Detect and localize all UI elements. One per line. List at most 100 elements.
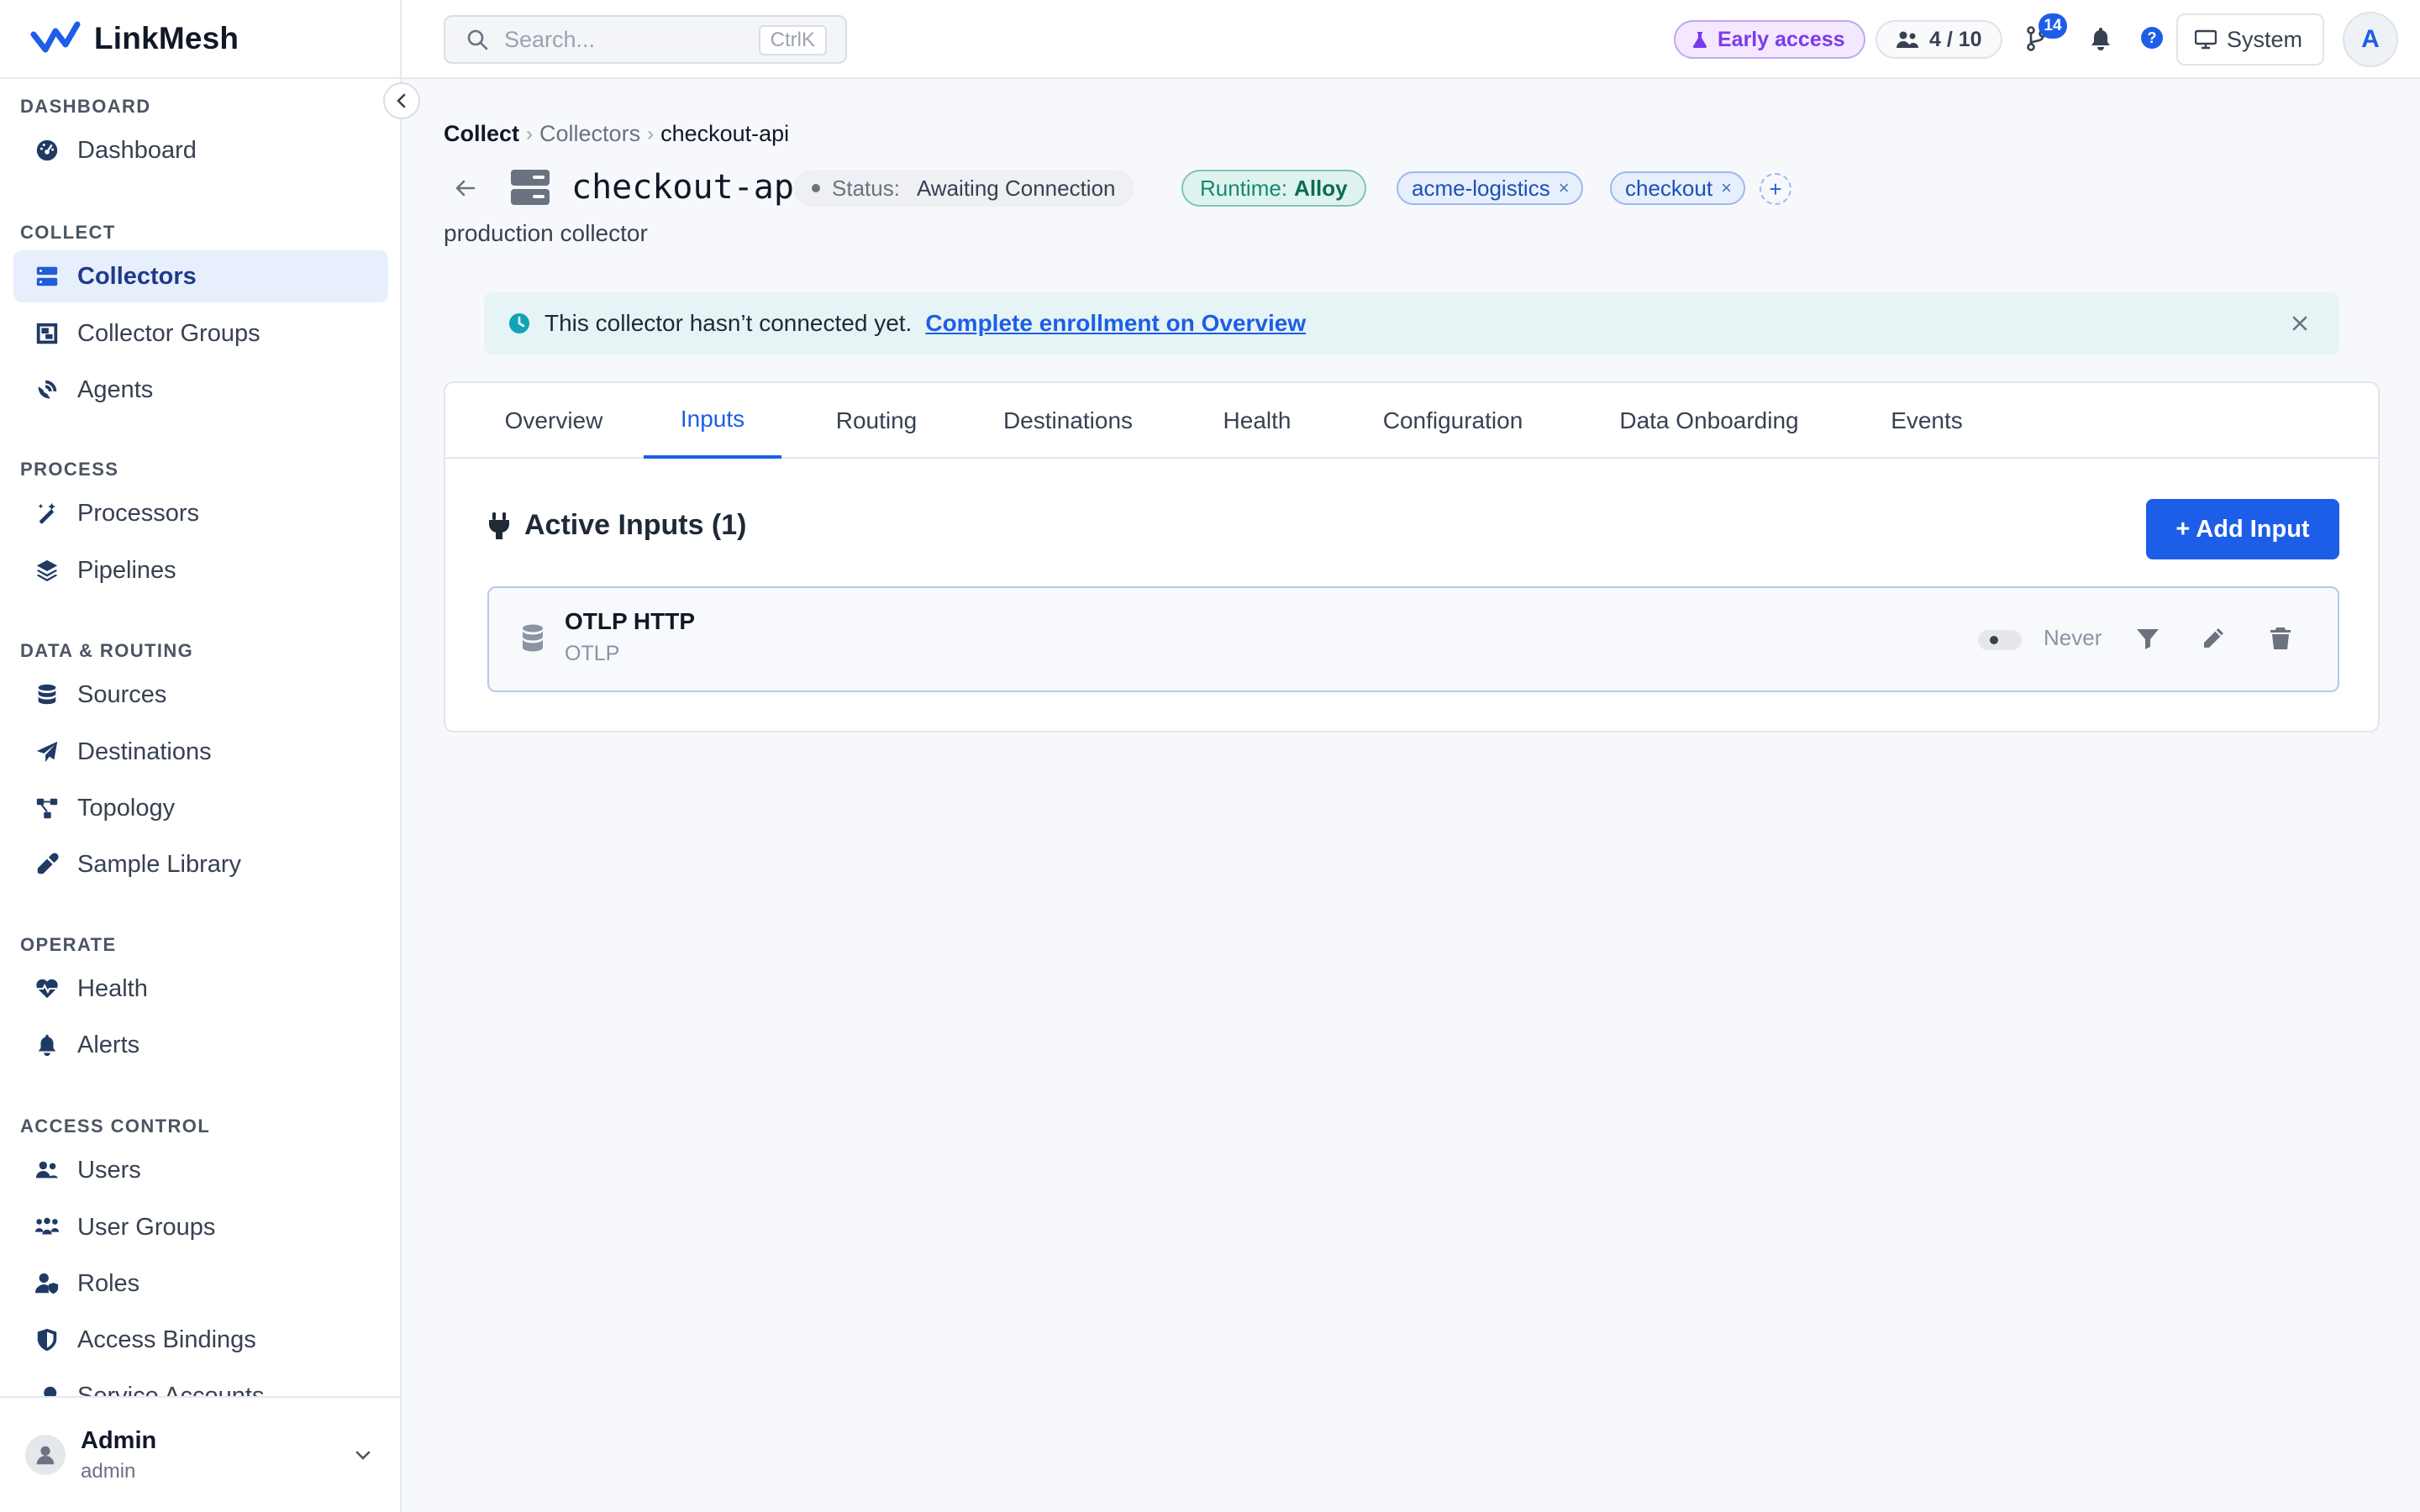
sidebar-collapse-button[interactable] <box>383 82 420 119</box>
seats-usage[interactable]: 4 / 10 <box>1876 20 2002 59</box>
tag-chip: checkout × <box>1610 171 1745 205</box>
sidebar-item-label: Roles <box>77 1269 140 1297</box>
chevron-left-icon <box>397 93 406 108</box>
paper-plane-icon <box>34 738 60 765</box>
sidebar-item-collector-groups[interactable]: Collector Groups <box>13 307 388 360</box>
flask-icon <box>1692 32 1707 48</box>
pencil-icon[interactable] <box>2200 625 2227 652</box>
database-icon <box>34 681 60 708</box>
tag-chip: acme-logistics × <box>1397 171 1583 205</box>
layers-icon <box>34 557 60 584</box>
sidebar-item-topology[interactable]: Topology <box>13 782 388 834</box>
bell-icon <box>34 1032 60 1058</box>
linkmesh-logo-icon <box>30 21 81 53</box>
theme-label: System <box>2227 26 2303 52</box>
database-icon <box>523 624 543 652</box>
trash-icon[interactable] <box>2267 625 2294 652</box>
sidebar-item-label: Alerts <box>77 1031 140 1058</box>
chevron-down-icon[interactable] <box>351 1444 375 1467</box>
user-name: Admin <box>81 1426 157 1454</box>
tab-configuration[interactable]: Configuration <box>1341 383 1565 459</box>
topbar: Search... CtrlK Early access 4 / 10 14 ?… <box>402 0 2420 79</box>
filter-icon[interactable] <box>2134 625 2161 652</box>
search-placeholder: Search... <box>504 26 596 52</box>
tab-bar: Overview Inputs Routing Destinations Hea… <box>445 383 2378 459</box>
sidebar-item-label: Pipelines <box>77 556 176 584</box>
sidebar-item-label: Collectors <box>77 262 197 290</box>
status-label: Status: <box>832 175 900 201</box>
tab-overview[interactable]: Overview <box>491 383 617 459</box>
sidebar-item-roles[interactable]: Roles <box>13 1257 388 1310</box>
help-icon[interactable]: ? <box>2141 27 2163 49</box>
sidebar-item-label: User Groups <box>77 1213 216 1241</box>
sidebar-item-label: Users <box>77 1156 141 1184</box>
shield-icon <box>34 1326 60 1353</box>
add-input-button[interactable]: + Add Input <box>2146 499 2339 559</box>
notifications-button[interactable] <box>2086 24 2116 54</box>
complete-enrollment-link[interactable]: Complete enrollment on Overview <box>925 310 1306 337</box>
tab-destinations[interactable]: Destinations <box>965 383 1171 459</box>
status-badge: Status: Awaiting Connection <box>793 170 1134 207</box>
sidebar-item-sources[interactable]: Sources <box>13 669 388 721</box>
object-group-icon <box>34 320 60 347</box>
sidebar-item-label: Destinations <box>77 738 212 765</box>
sidebar-item-health[interactable]: Health <box>13 963 388 1015</box>
key-icon <box>34 1383 60 1396</box>
sidebar-nav[interactable]: DASHBOARD Dashboard COLLECT Collectors C… <box>0 81 400 1396</box>
connection-alert: This collector hasn’t connected yet. Com… <box>484 292 2339 354</box>
tab-data-onboarding[interactable]: Data Onboarding <box>1575 383 1844 459</box>
sidebar-item-alerts[interactable]: Alerts <box>13 1019 388 1071</box>
brand[interactable]: LinkMesh <box>0 0 400 79</box>
breadcrumb-collect[interactable]: Collect <box>444 121 519 147</box>
account-avatar[interactable]: A <box>2343 12 2398 67</box>
theme-toggle[interactable]: System <box>2176 13 2325 66</box>
breadcrumb-collectors[interactable]: Collectors <box>539 121 640 147</box>
sidebar-item-access-bindings[interactable]: Access Bindings <box>13 1314 388 1366</box>
heart-pulse-icon <box>34 975 60 1002</box>
search-icon <box>467 29 488 50</box>
breadcrumb-current: checkout-api <box>660 121 790 146</box>
collector-header: checkout-api Status: Awaiting Connection… <box>444 165 2376 212</box>
input-enabled-toggle[interactable] <box>1978 630 2022 650</box>
remove-tag-icon[interactable]: × <box>1559 177 1570 199</box>
early-access-badge[interactable]: Early access <box>1674 20 1865 59</box>
nav-section-process: PROCESS <box>20 459 119 480</box>
runtime-label: Runtime: <box>1200 175 1288 201</box>
bell-icon <box>2091 28 2110 50</box>
close-icon[interactable] <box>2289 312 2311 334</box>
tab-events[interactable]: Events <box>1854 383 2000 459</box>
users-icon <box>34 1157 60 1184</box>
sidebar-item-dashboard[interactable]: Dashboard <box>13 124 388 176</box>
sidebar-item-label: Topology <box>77 794 176 822</box>
sidebar-item-processors[interactable]: Processors <box>13 487 388 539</box>
sidebar-item-agents[interactable]: Agents <box>13 364 388 416</box>
user-menu[interactable]: Admin admin <box>0 1396 400 1512</box>
tab-routing[interactable]: Routing <box>798 383 955 459</box>
tab-inputs[interactable]: Inputs <box>644 383 781 459</box>
last-seen: Never <box>2044 625 2102 650</box>
sidebar: LinkMesh DASHBOARD Dashboard COLLECT Col… <box>0 0 402 1512</box>
active-inputs-header: Active Inputs (1) <box>487 509 746 542</box>
user-icon <box>36 1446 55 1465</box>
sidebar-item-sample-library[interactable]: Sample Library <box>13 838 388 890</box>
search-shortcut: CtrlK <box>758 25 827 55</box>
sidebar-item-user-groups[interactable]: User Groups <box>13 1201 388 1253</box>
sidebar-item-pipelines[interactable]: Pipelines <box>13 544 388 596</box>
search-input[interactable]: Search... CtrlK <box>444 15 847 64</box>
nav-section-access-control: ACCESS CONTROL <box>20 1116 211 1137</box>
remove-tag-icon[interactable]: × <box>1721 177 1732 199</box>
input-name: OTLP HTTP <box>565 608 696 634</box>
sidebar-item-collectors[interactable]: Collectors <box>13 250 388 302</box>
sidebar-item-destinations[interactable]: Destinations <box>13 726 388 778</box>
add-tag-button[interactable]: + <box>1760 173 1791 205</box>
arrow-left-icon[interactable] <box>452 175 479 202</box>
server-icon <box>34 263 60 290</box>
sidebar-item-label: Service Accounts <box>77 1382 265 1397</box>
nav-section-collect: COLLECT <box>20 222 116 243</box>
sidebar-item-service-accounts[interactable]: Service Accounts <box>13 1370 388 1396</box>
tab-health[interactable]: Health <box>1183 383 1331 459</box>
sidebar-item-users[interactable]: Users <box>13 1144 388 1196</box>
input-row[interactable]: OTLP HTTP OTLP Never <box>487 586 2339 692</box>
runtime-badge: Runtime: Alloy <box>1181 170 1366 207</box>
user-shield-icon <box>34 1270 60 1297</box>
